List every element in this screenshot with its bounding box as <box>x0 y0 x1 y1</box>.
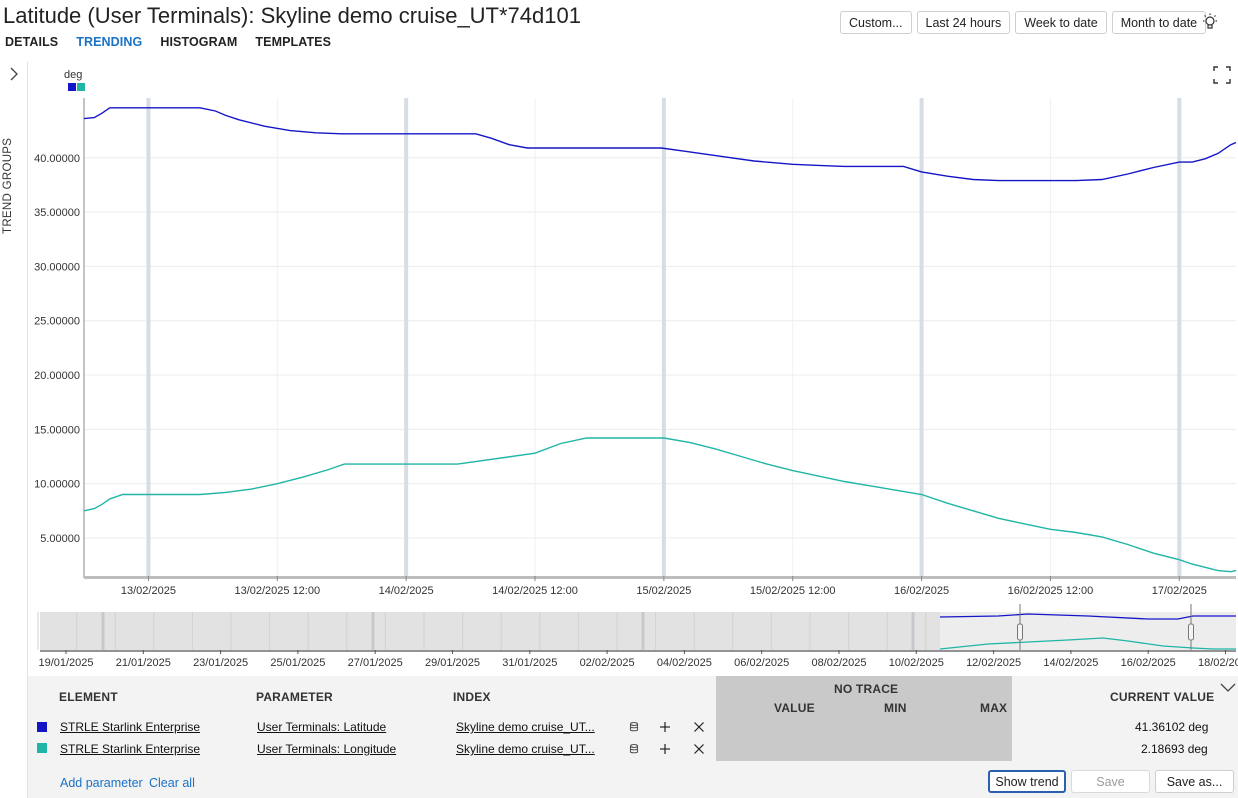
day-marker <box>919 98 924 576</box>
day-marker <box>661 98 666 576</box>
day-marker <box>1177 98 1182 576</box>
navigator-day-marker <box>911 612 915 650</box>
save-as-button[interactable]: Save as... <box>1155 770 1234 793</box>
navigator-tick-label: 31/01/2025 <box>502 657 557 669</box>
element-header: ELEMENT <box>59 690 118 704</box>
tab-trending[interactable]: TRENDING <box>76 35 142 49</box>
series-color-swatch <box>37 722 47 732</box>
tab-templates[interactable]: TEMPLATES <box>255 35 331 49</box>
row-current-value: 41.36102 deg <box>1135 720 1209 734</box>
max-header: MAX <box>980 701 1008 715</box>
row-element-link[interactable]: STRLE Starlink Enterprise <box>60 720 200 734</box>
value-header: VALUE <box>774 701 815 715</box>
time-navigator[interactable]: 19/01/2025 21/01/2025 23/01/2025 25/01/2025… <box>28 604 1238 674</box>
navigator-handle[interactable] <box>1017 623 1023 641</box>
navigator-tick-label: 14/02/2025 <box>1043 657 1098 669</box>
lightbulb-icon[interactable] <box>1200 12 1220 32</box>
parameter-header: PARAMETER <box>256 690 333 704</box>
navigator-tick-label: 21/01/2025 <box>116 657 171 669</box>
index-header: INDEX <box>453 690 491 704</box>
current-value-header: CURRENT VALUE <box>1110 690 1215 704</box>
trend-groups-label: TREND GROUPS <box>2 137 14 234</box>
navigator-day-marker <box>371 612 375 650</box>
plus-icon[interactable] <box>659 743 671 755</box>
clear-all-link[interactable]: Clear all <box>149 776 195 790</box>
x-tick-label: 13/02/2025 12:00 <box>234 585 320 597</box>
x-tick-label: 13/02/2025 <box>121 585 176 597</box>
row-parameter-link[interactable]: User Terminals: Latitude <box>257 720 386 734</box>
day-marker <box>404 98 409 576</box>
x-axis <box>84 576 1236 579</box>
navigator-tick-label: 10/02/2025 <box>889 657 944 669</box>
navigator-tick-label: 16/02/2025 <box>1121 657 1176 669</box>
chevron-right-icon[interactable] <box>6 66 22 82</box>
tab-bar: DETAILS TRENDING HISTOGRAM TEMPLATES <box>5 35 349 49</box>
plus-icon[interactable] <box>659 721 671 733</box>
y-tick-label: 20.00000 <box>34 370 80 382</box>
navigator-tick-label: 08/02/2025 <box>811 657 866 669</box>
trend-groups-sidebar[interactable]: TREND GROUPS <box>0 62 28 798</box>
add-parameter-link[interactable]: Add parameter <box>60 776 143 790</box>
y-tick-label: 40.00000 <box>34 153 80 165</box>
series-line-1[interactable] <box>83 107 1237 182</box>
navigator-tick-label: 23/01/2025 <box>193 657 248 669</box>
unit-label: deg <box>64 69 82 81</box>
y-tick-label: 5.00000 <box>40 533 80 545</box>
row-parameter-link[interactable]: User Terminals: Longitude <box>257 742 396 756</box>
series-line-2[interactable] <box>83 437 1237 573</box>
min-header: MIN <box>884 701 907 715</box>
row-index-link[interactable]: Skyline demo cruise_UT... <box>456 742 595 756</box>
custom-range-button[interactable]: Custom... <box>840 11 912 34</box>
last-24-hours-button[interactable]: Last 24 hours <box>916 11 1011 34</box>
x-tick-label: 15/02/2025 12:00 <box>750 585 836 597</box>
x-tick-label: 14/02/2025 <box>379 585 434 597</box>
y-tick-label: 15.00000 <box>34 424 80 436</box>
y-tick-label: 35.00000 <box>34 207 80 219</box>
save-button[interactable]: Save <box>1071 770 1150 793</box>
day-marker <box>146 98 151 576</box>
navigator-tick-label: 12/02/2025 <box>966 657 1021 669</box>
week-to-date-button[interactable]: Week to date <box>1015 11 1107 34</box>
navigator-handle[interactable] <box>1188 623 1194 641</box>
y-tick-label: 30.00000 <box>34 261 80 273</box>
navigator-tick-label: 19/01/2025 <box>38 657 93 669</box>
tab-histogram[interactable]: HISTOGRAM <box>160 35 237 49</box>
navigator-tick-label: 25/01/2025 <box>270 657 325 669</box>
navigator-tick-label: 27/01/2025 <box>348 657 403 669</box>
x-tick-label: 14/02/2025 12:00 <box>492 585 578 597</box>
navigator-tick-label: 02/02/2025 <box>580 657 635 669</box>
row-current-value: 2.18693 deg <box>1141 742 1208 756</box>
trend-chart[interactable]: deg 5.00000 10.00000 15.00000 20.00000 25.000… <box>28 62 1238 607</box>
x-tick-label: 17/02/2025 <box>1152 585 1207 597</box>
navigator-tick-label: 29/01/2025 <box>425 657 480 669</box>
close-icon[interactable] <box>693 743 705 755</box>
time-range-buttons: Custom... Last 24 hours Week to date Mon… <box>840 11 1211 34</box>
page-title: Latitude (User Terminals): Skyline demo … <box>3 3 581 28</box>
no-trace-header: NO TRACE <box>834 682 899 696</box>
y-tick-label: 10.00000 <box>34 479 80 491</box>
navigator-tick-label: 18/02/2025 <box>1198 657 1238 669</box>
y-tick-label: 25.00000 <box>34 316 80 328</box>
x-tick-label: 15/02/2025 <box>636 585 691 597</box>
series-color-swatch <box>37 743 47 753</box>
row-index-link[interactable]: Skyline demo cruise_UT... <box>456 720 595 734</box>
navigator-tick-label: 06/02/2025 <box>734 657 789 669</box>
database-icon[interactable] <box>628 743 640 755</box>
month-to-date-button[interactable]: Month to date <box>1111 11 1207 34</box>
row-element-link[interactable]: STRLE Starlink Enterprise <box>60 742 200 756</box>
navigator-day-marker <box>641 612 645 650</box>
database-icon[interactable] <box>628 721 640 733</box>
legend-swatch <box>68 83 76 91</box>
tab-details[interactable]: DETAILS <box>5 35 58 49</box>
parameter-table: ELEMENT PARAMETER INDEX NO TRACE VALUE M… <box>28 676 1238 798</box>
chevron-down-icon[interactable] <box>1219 681 1237 695</box>
legend-swatch <box>77 83 85 91</box>
navigator-day-marker <box>101 612 105 650</box>
x-tick-label: 16/02/2025 12:00 <box>1008 585 1094 597</box>
show-trend-button[interactable]: Show trend <box>988 770 1066 793</box>
x-tick-label: 16/02/2025 <box>894 585 949 597</box>
close-icon[interactable] <box>693 721 705 733</box>
navigator-tick-label: 04/02/2025 <box>657 657 712 669</box>
